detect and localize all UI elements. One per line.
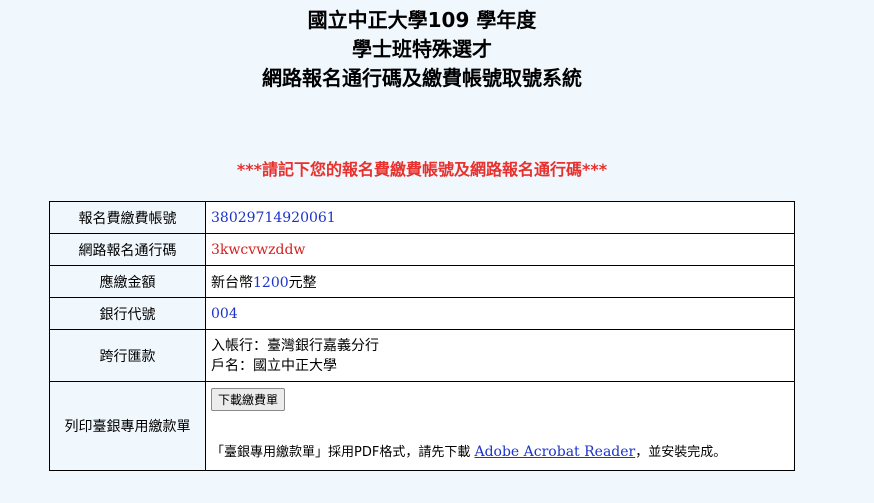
header-title-school: 國立中正大學109 學年度 bbox=[307, 8, 537, 32]
table-row-passcode: 網路報名通行碼 3kwcvwzddw bbox=[49, 233, 795, 266]
header-title-program: 學士班特殊選才 bbox=[352, 37, 492, 61]
amount-cell: 新台幣1200元整 bbox=[205, 265, 795, 298]
bank-code-value: 004 bbox=[205, 297, 795, 330]
amount-label: 應繳金額 bbox=[49, 265, 206, 298]
passcode-label: 網路報名通行碼 bbox=[49, 233, 206, 266]
account-value: 38029714920061 bbox=[205, 201, 795, 234]
download-payment-slip-button[interactable]: 下載繳費單 bbox=[211, 388, 286, 411]
table-row-amount: 應繳金額 新台幣1200元整 bbox=[49, 265, 795, 298]
table-row-account: 報名費繳費帳號 38029714920061 bbox=[49, 201, 795, 234]
adobe-reader-link[interactable]: Adobe Acrobat Reader bbox=[474, 444, 635, 460]
passcode-value: 3kwcvwzddw bbox=[205, 233, 795, 266]
header-title-system: 網路報名通行碼及繳費帳號取號系統 bbox=[262, 66, 582, 90]
amount-prefix: 新台幣 bbox=[211, 274, 253, 291]
print-note-suffix: ，並安裝完成。 bbox=[635, 445, 727, 460]
interbank-name-line: 戶名：國立中正大學 bbox=[211, 357, 337, 374]
table-row-print: 列印臺銀專用繳款單 下載繳費單 「臺銀專用繳款單」採用PDF格式，請先下載 Ad… bbox=[49, 381, 795, 471]
interbank-bank-line: 入帳行：臺灣銀行嘉義分行 bbox=[211, 337, 379, 354]
amount-suffix: 元整 bbox=[288, 274, 317, 291]
account-label: 報名費繳費帳號 bbox=[49, 201, 206, 234]
interbank-label: 跨行匯款 bbox=[49, 329, 206, 382]
amount-number: 1200 bbox=[253, 274, 289, 291]
bank-code-label: 銀行代號 bbox=[49, 297, 206, 330]
page-header: 國立中正大學109 學年度 學士班特殊選才 網路報名通行碼及繳費帳號取號系統 bbox=[0, 6, 844, 93]
print-label: 列印臺銀專用繳款單 bbox=[49, 381, 206, 471]
table-row-interbank: 跨行匯款 入帳行：臺灣銀行嘉義分行 戶名：國立中正大學 bbox=[49, 329, 795, 382]
print-note-prefix: 「臺銀專用繳款單」採用PDF格式，請先下載 bbox=[211, 445, 475, 460]
print-note: 「臺銀專用繳款單」採用PDF格式，請先下載 Adobe Acrobat Read… bbox=[211, 441, 726, 460]
interbank-cell: 入帳行：臺灣銀行嘉義分行 戶名：國立中正大學 bbox=[205, 329, 795, 382]
registration-info-table: 報名費繳費帳號 38029714920061 網路報名通行碼 3kwcvwzdd… bbox=[49, 201, 795, 471]
table-row-bank-code: 銀行代號 004 bbox=[49, 297, 795, 330]
print-cell: 下載繳費單 「臺銀專用繳款單」採用PDF格式，請先下載 Adobe Acroba… bbox=[205, 381, 795, 471]
reminder-notice: ***請記下您的報名費繳費帳號及網路報名通行碼*** bbox=[236, 160, 608, 179]
